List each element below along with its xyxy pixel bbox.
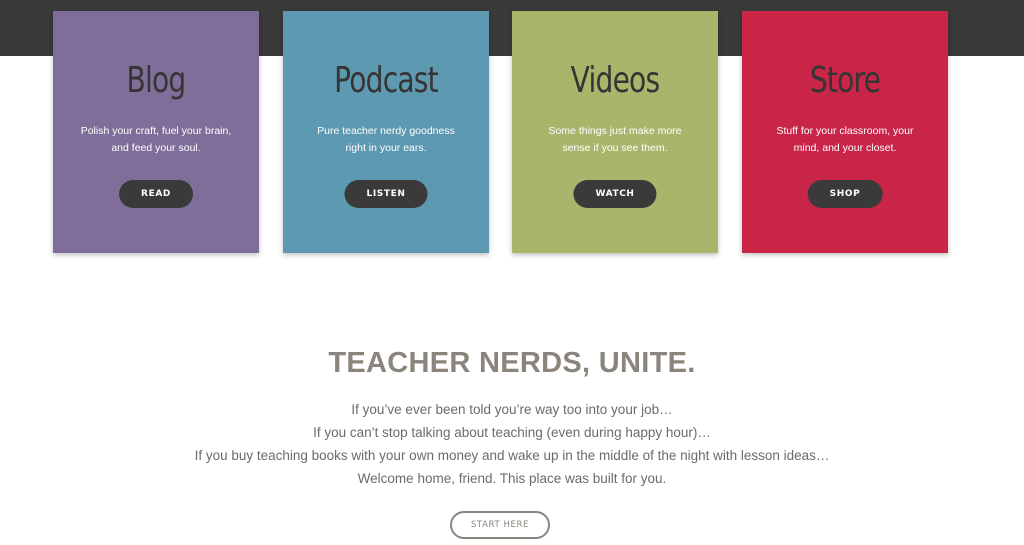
intro-line: If you can’t stop talking about teaching… [313,425,711,440]
intro-line: If you buy teaching books with your own … [194,448,830,463]
read-button[interactable]: READ [119,180,193,208]
card-desc-line: Polish your craft, fuel your brain, [80,125,232,137]
card-title-podcast: Podcast [334,60,439,101]
card-desc-line: sense if you see them. [562,142,668,154]
listen-button[interactable]: LISTEN [344,180,428,208]
card-desc-store: Stuff for your classroom, your mind, and… [760,123,930,157]
watch-button[interactable]: WATCH [573,180,657,208]
card-desc-videos: Some things just make more sense if you … [530,123,700,157]
card-podcast: Podcast Pure teacher nerdy goodness righ… [283,11,489,253]
card-desc-blog: Polish your craft, fuel your brain, and … [71,123,241,157]
card-title-videos: Videos [570,60,660,101]
card-store: Store Stuff for your classroom, your min… [742,11,948,253]
card-desc-line: mind, and your closet. [793,142,897,154]
feature-cards: Blog Polish your craft, fuel your brain,… [0,0,1024,260]
card-desc-podcast: Pure teacher nerdy goodness right in you… [301,123,471,157]
card-desc-line: Pure teacher nerdy goodness [317,125,455,137]
card-blog: Blog Polish your craft, fuel your brain,… [53,11,259,253]
card-desc-line: Some things just make more [548,125,682,137]
card-videos: Videos Some things just make more sense … [512,11,718,253]
start-here-button[interactable]: START HERE [450,511,550,539]
card-desc-line: and feed your soul. [111,142,201,154]
card-title-blog: Blog [126,60,187,101]
card-desc-line: right in your ears. [345,142,427,154]
intro-line: If you’ve ever been told you’re way too … [351,402,673,417]
shop-button[interactable]: SHOP [807,180,883,208]
intro-line: Welcome home, friend. This place was bui… [357,471,667,486]
card-title-store: Store [809,60,881,101]
intro-paragraph: If you’ve ever been told you’re way too … [0,398,1024,490]
card-desc-line: Stuff for your classroom, your [776,125,914,137]
section-heading: TEACHER NERDS, UNITE. [328,347,696,379]
